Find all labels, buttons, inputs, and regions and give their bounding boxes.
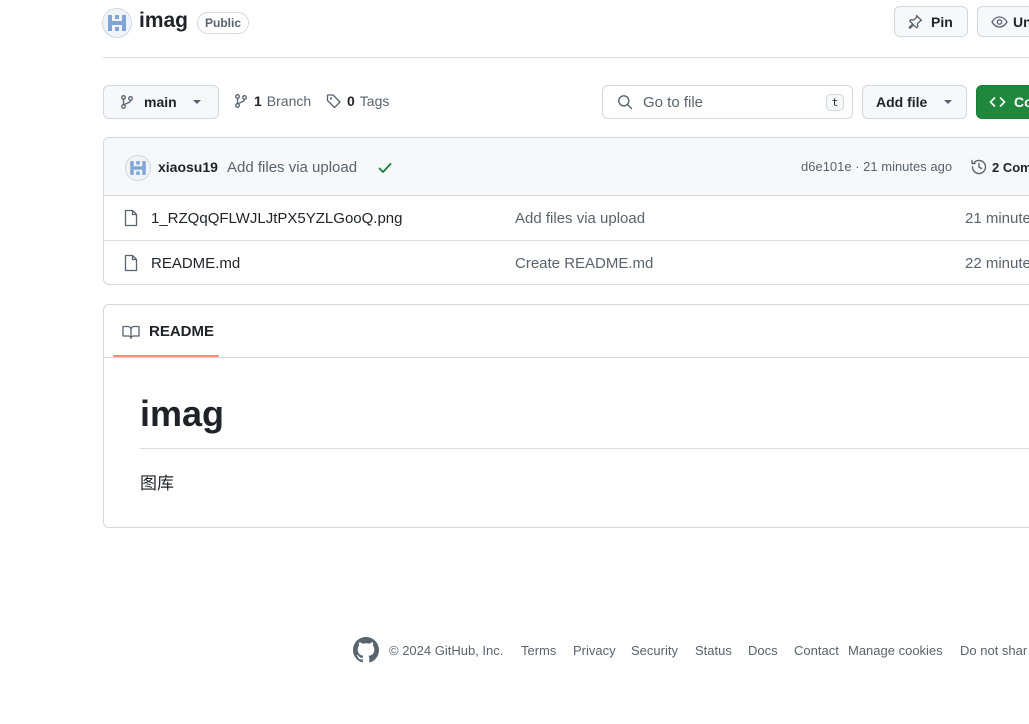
- branch-select-button[interactable]: main: [103, 85, 219, 119]
- readme-body: 图库: [140, 474, 174, 493]
- readme-tab-label: README: [149, 323, 215, 340]
- tags-link[interactable]: 0 Tags: [326, 93, 389, 109]
- footer-link-contact[interactable]: Contact: [794, 643, 839, 658]
- file-name[interactable]: 1_RZQqQFLWJLJtPX5YZLGooQ.png: [151, 210, 403, 227]
- repo-owner-avatar[interactable]: [102, 8, 132, 38]
- pin-icon: [907, 14, 923, 30]
- file-commit-time: 21 minute: [965, 210, 1029, 227]
- eye-icon: [991, 14, 1008, 30]
- git-branch-icon: [119, 94, 135, 110]
- tag-count-label: Tags: [359, 93, 390, 109]
- git-branch-icon: [233, 93, 249, 109]
- file-row[interactable]: README.md Create README.md 22 minute: [104, 241, 1029, 284]
- file-icon: [123, 254, 139, 272]
- readme-heading-rule: [140, 448, 1029, 449]
- add-file-button[interactable]: Add file: [862, 85, 967, 119]
- search-icon: [617, 94, 633, 110]
- book-icon: [122, 324, 140, 340]
- file-commit-time: 22 minute: [965, 255, 1029, 272]
- commits-count-label: 2 Com: [992, 159, 1029, 175]
- readme-panel: README imag 图库: [103, 304, 1029, 528]
- github-mark-icon[interactable]: [353, 637, 379, 663]
- watch-button[interactable]: Un: [977, 6, 1029, 37]
- tag-icon: [326, 93, 342, 109]
- footer-link-docs[interactable]: Docs: [748, 643, 778, 658]
- readme-divider: [104, 357, 1029, 358]
- footer-link-do-not-share[interactable]: Do not shar: [960, 643, 1027, 658]
- footer-copyright: © 2024 GitHub, Inc.: [389, 643, 504, 658]
- add-file-label: Add file: [876, 94, 928, 110]
- footer-link-manage-cookies[interactable]: Manage cookies: [848, 643, 943, 658]
- go-to-file-search[interactable]: Go to file t: [602, 85, 853, 119]
- tag-count: 0: [347, 93, 355, 109]
- file-commit-message[interactable]: Create README.md: [515, 255, 653, 272]
- pin-button[interactable]: Pin: [894, 6, 968, 37]
- file-icon: [123, 209, 139, 227]
- footer-link-status[interactable]: Status: [695, 643, 732, 658]
- check-icon[interactable]: [377, 160, 393, 176]
- branch-count-label: Branch: [266, 93, 312, 109]
- commit-message[interactable]: Add files via upload: [227, 159, 357, 176]
- watch-label: Un: [1013, 13, 1029, 30]
- readme-heading: imag: [140, 393, 225, 434]
- commit-author[interactable]: xiaosu19: [158, 159, 218, 175]
- latest-commit-bar: xiaosu19 Add files via upload d6e101e · …: [104, 138, 1029, 196]
- footer-link-terms[interactable]: Terms: [521, 643, 556, 658]
- file-row[interactable]: 1_RZQqQFLWJLJtPX5YZLGooQ.png Add files v…: [104, 196, 1029, 241]
- history-icon: [970, 158, 988, 176]
- file-name[interactable]: README.md: [151, 255, 240, 272]
- identicon-avatar: [103, 9, 131, 37]
- search-placeholder: Go to file: [643, 93, 704, 111]
- branches-link[interactable]: 1 Branch: [233, 93, 311, 109]
- search-shortcut-key: t: [826, 94, 844, 111]
- file-commit-message[interactable]: Add files via upload: [515, 210, 645, 227]
- branch-count: 1: [254, 93, 262, 109]
- identicon-avatar: [130, 161, 146, 175]
- code-icon: [989, 94, 1006, 110]
- header-divider: [103, 57, 1029, 58]
- branch-name: main: [144, 94, 177, 110]
- chevron-down-icon: [943, 99, 953, 105]
- pin-label: Pin: [931, 13, 953, 30]
- file-browser: xiaosu19 Add files via upload d6e101e · …: [103, 137, 1029, 285]
- code-button[interactable]: Co: [976, 85, 1029, 119]
- commits-history-link[interactable]: 2 Com: [970, 158, 1029, 176]
- chevron-down-icon: [192, 99, 202, 105]
- code-label: Co: [1014, 94, 1029, 110]
- readme-tab[interactable]: README: [122, 323, 214, 340]
- repo-name-link[interactable]: imag: [139, 9, 188, 33]
- visibility-badge: Public: [197, 12, 250, 34]
- commit-sha-time[interactable]: d6e101e · 21 minutes ago: [801, 159, 952, 174]
- footer-link-security[interactable]: Security: [631, 643, 678, 658]
- commit-author-avatar[interactable]: [125, 155, 151, 181]
- footer-link-privacy[interactable]: Privacy: [573, 643, 616, 658]
